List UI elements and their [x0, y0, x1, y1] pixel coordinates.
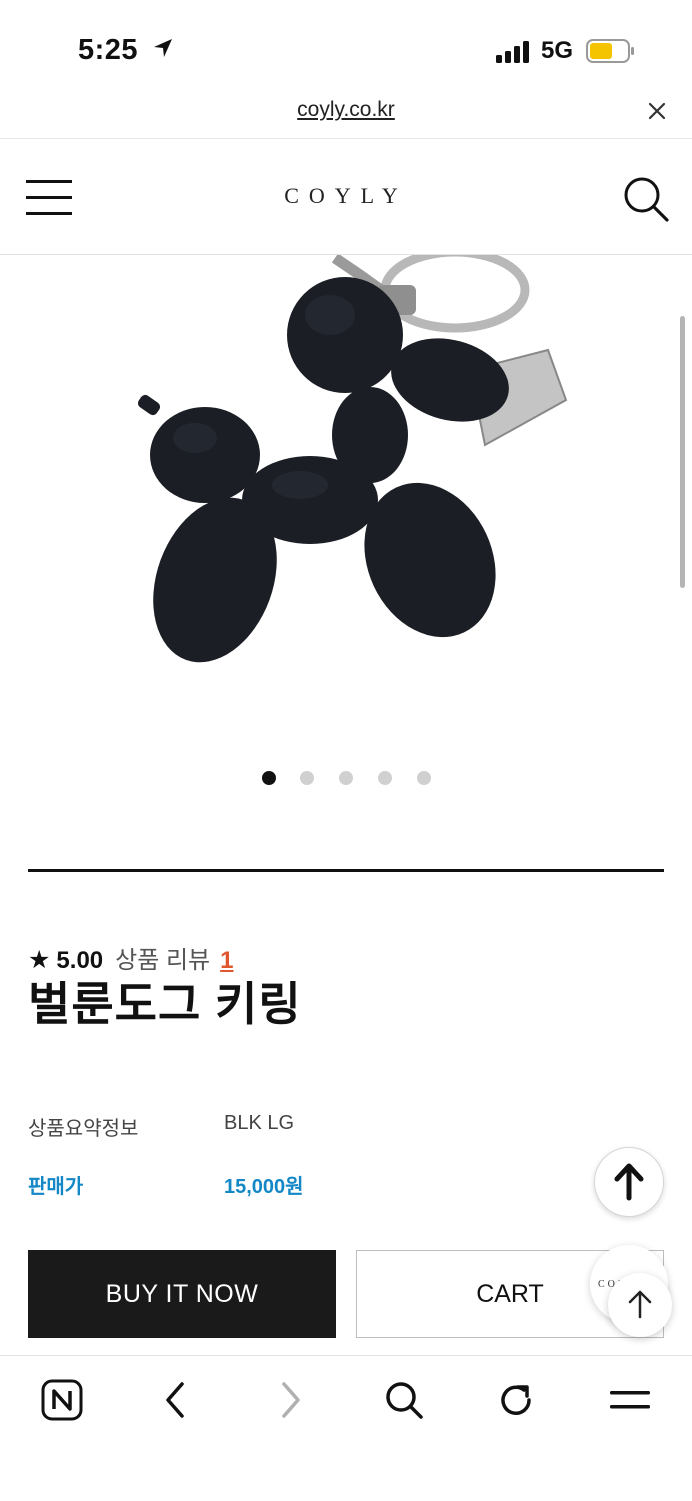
- summary-label: 상품요약정보: [28, 1118, 139, 1140]
- url-text[interactable]: coyly.co.kr: [0, 98, 692, 122]
- site-logo[interactable]: COYLY: [0, 183, 692, 209]
- arrow-up-icon: [614, 1163, 644, 1201]
- buy-now-button[interactable]: BUY IT NOW: [28, 1250, 336, 1338]
- carousel-dot-5[interactable]: [417, 771, 431, 785]
- carousel-dot-2[interactable]: [300, 771, 314, 785]
- refresh-icon[interactable]: [494, 1378, 538, 1422]
- search-icon[interactable]: [622, 175, 670, 223]
- search-icon[interactable]: [382, 1378, 426, 1422]
- time-text: 5:25: [78, 34, 139, 66]
- battery-icon: [586, 39, 636, 63]
- carousel-dot-3[interactable]: [339, 771, 353, 785]
- naver-home-icon[interactable]: [40, 1378, 84, 1422]
- arrow-up-icon: [628, 1290, 652, 1319]
- browser-toolbar: [0, 1355, 692, 1501]
- summary-value: BLK LG: [224, 1112, 295, 1134]
- carousel-dot-4[interactable]: [378, 771, 392, 785]
- signal-icon: [496, 41, 532, 63]
- price-value: 15,000원: [224, 1176, 304, 1198]
- scroll-top-small-button[interactable]: [608, 1273, 672, 1337]
- close-icon[interactable]: [644, 98, 670, 124]
- url-bar[interactable]: coyly.co.kr: [0, 92, 692, 139]
- menu-icon[interactable]: [608, 1378, 652, 1422]
- price-label: 판매가: [28, 1176, 84, 1198]
- product-title: 벌룬도그 키링: [28, 978, 302, 1030]
- page-scrollbar[interactable]: [680, 316, 685, 588]
- back-icon[interactable]: [154, 1378, 198, 1422]
- network-type: 5G: [541, 37, 574, 64]
- partially-visible-row: [28, 1228, 328, 1236]
- location-arrow-icon: [151, 35, 175, 68]
- scroll-top-button[interactable]: [594, 1147, 664, 1217]
- status-time: 5:25: [78, 34, 175, 68]
- site-header: COYLY: [0, 139, 692, 255]
- carousel-dot-1[interactable]: [262, 771, 276, 785]
- section-divider: [28, 869, 664, 872]
- product-image[interactable]: [0, 255, 692, 735]
- forward-icon: [268, 1378, 312, 1422]
